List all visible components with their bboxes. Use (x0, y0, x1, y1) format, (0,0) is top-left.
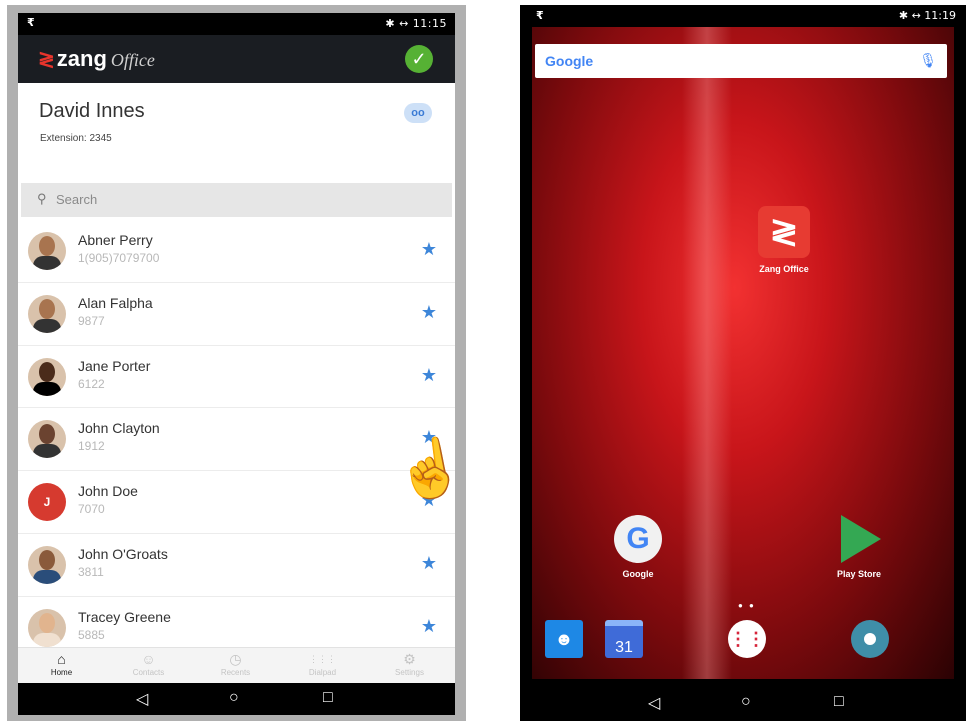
contact-name: Jane Porter (78, 357, 151, 374)
gear-icon: ⚙ (403, 651, 416, 667)
android-nav-bar: ◁ ○ □ (520, 683, 966, 721)
contact-row[interactable]: Alan Falpha 9877 ★ (18, 283, 455, 346)
contact-row[interactable]: John Clayton 1912 ★ (18, 408, 455, 472)
user-profile: David Innes Extension: 2345 oo (18, 83, 455, 183)
profile-extension: Extension: 2345 (40, 133, 112, 144)
microphone-icon[interactable]: 🎙 (919, 52, 937, 69)
contact-name: John Doe (78, 483, 138, 500)
search-input[interactable]: ⚲ Search (21, 183, 452, 217)
contact-number: 7070 (78, 502, 105, 517)
status-time: 11:19 (924, 9, 956, 22)
favorite-star-icon[interactable]: ★ (421, 302, 437, 323)
profile-name: David Innes (39, 100, 145, 122)
contact-name: Alan Falpha (78, 294, 153, 311)
home-circle-icon[interactable]: ○ (229, 689, 239, 707)
status-bar: ₹ ✱ ↔ 11:19 (520, 5, 966, 27)
app-dock: ☻ 31 ⋮⋮ (532, 620, 954, 670)
google-search-bar[interactable]: Google 🎙 (535, 44, 947, 78)
contact-number: 6122 (78, 376, 105, 391)
status-icons: ✱ ↔ (385, 17, 409, 30)
presence-check-icon[interactable]: ✓ (405, 45, 433, 73)
search-icon: ⚲ (37, 191, 47, 206)
google-app[interactable]: G Google (608, 515, 668, 579)
recents-square-icon[interactable]: □ (834, 693, 844, 711)
app-label: Zang Office (759, 264, 809, 274)
status-icons: ✱ ↔ (898, 9, 921, 22)
app-header: ≷zang Office ✓ (18, 35, 455, 83)
chrome-app-icon[interactable] (851, 620, 889, 658)
back-icon[interactable]: ◁ (136, 689, 148, 709)
voicemail-icon[interactable]: oo (404, 103, 432, 123)
favorite-star-icon[interactable]: ★ (421, 365, 437, 386)
app-label: Google (622, 569, 654, 579)
contact-row[interactable]: John O'Groats 3811 ★ (18, 534, 455, 597)
status-time: 11:15 (412, 17, 447, 30)
contact-name: John Clayton (78, 420, 160, 437)
contact-number: 1(905)7079700 (78, 251, 160, 265)
zang-status-icon: ₹ (27, 16, 35, 29)
android-nav-bar: ◁ ○ □ (18, 683, 455, 715)
play-store-app[interactable]: Play Store (828, 515, 890, 579)
favorite-star-icon[interactable]: ★ (421, 553, 437, 574)
avatar (28, 545, 66, 584)
tab-recents[interactable]: ◷ Recents (192, 650, 279, 684)
avatar (28, 608, 66, 647)
home-circle-icon[interactable]: ○ (741, 693, 751, 711)
dialpad-icon: ⋮⋮⋮ (309, 654, 336, 664)
right-phone-frame: ₹ ✱ ↔ 11:19 Google 🎙 ≷ Zang Office G Goo… (520, 5, 966, 721)
contact-number: 3811 (78, 564, 104, 579)
contact-number: 5885 (78, 627, 105, 642)
left-phone-frame: ₹ ✱ ↔ 11:15 ≷zang Office ✓ David Innes Ex… (7, 5, 466, 721)
app-label: Play Store (836, 569, 882, 579)
page-indicator: ● ● (738, 601, 756, 610)
home-icon: ⌂ (57, 651, 66, 667)
contact-list: Abner Perry 1(905)7079700 ★ Alan Falpha … (18, 220, 455, 660)
tap-hand-cursor-icon: ☝ (389, 431, 455, 506)
tab-home[interactable]: ⌂ Home (18, 650, 105, 684)
zang-office-icon: ≷ (758, 206, 810, 258)
zang-logo-icon: ≷ (38, 49, 55, 71)
wallpaper (532, 27, 954, 679)
contacts-app-icon[interactable]: ☻ (545, 620, 583, 658)
play-store-icon (835, 515, 883, 563)
recents-square-icon[interactable]: □ (323, 689, 333, 707)
tab-contacts[interactable]: ☺ Contacts (105, 650, 192, 684)
zang-office-app[interactable]: ≷ Zang Office (753, 206, 815, 274)
contact-row[interactable]: Abner Perry 1(905)7079700 ★ (18, 220, 455, 283)
avatar: J (28, 483, 66, 522)
search-placeholder: Search (56, 192, 98, 207)
contact-name: Tracey Greene (78, 608, 171, 625)
contact-number: 1912 (78, 439, 105, 454)
zang-office-logo: ≷zang Office (38, 46, 155, 71)
tab-settings[interactable]: ⚙ Settings (366, 650, 453, 684)
app-drawer-icon[interactable]: ⋮⋮ (728, 620, 766, 658)
avatar (28, 420, 66, 459)
google-icon: G (614, 515, 662, 563)
back-icon[interactable]: ◁ (648, 693, 660, 713)
contact-row[interactable]: J John Doe 7070 ★ (18, 471, 455, 534)
status-bar: ₹ ✱ ↔ 11:15 (18, 13, 455, 35)
calendar-app-icon[interactable]: 31 (605, 620, 643, 658)
google-search-label: Google (545, 53, 594, 69)
bottom-tab-bar: ⌂ Home ☺ Contacts ◷ Recents ⋮⋮⋮ Dialpad … (18, 647, 455, 684)
clock-icon: ◷ (229, 651, 242, 667)
avatar (28, 357, 66, 396)
contact-row[interactable]: Jane Porter 6122 ★ (18, 346, 455, 409)
avatar (28, 294, 66, 333)
left-phone-screen: ₹ ✱ ↔ 11:15 ≷zang Office ✓ David Innes Ex… (18, 13, 455, 715)
contact-number: 9877 (78, 313, 105, 328)
avatar (28, 232, 66, 270)
favorite-star-icon[interactable]: ★ (421, 239, 437, 260)
contact-name: Abner Perry (78, 232, 153, 248)
favorite-star-icon[interactable]: ★ (421, 616, 437, 637)
zang-status-icon: ₹ (536, 9, 544, 22)
contact-name: John O'Groats (78, 545, 168, 562)
tab-dialpad[interactable]: ⋮⋮⋮ Dialpad (279, 650, 366, 684)
person-icon: ☺ (141, 651, 156, 667)
